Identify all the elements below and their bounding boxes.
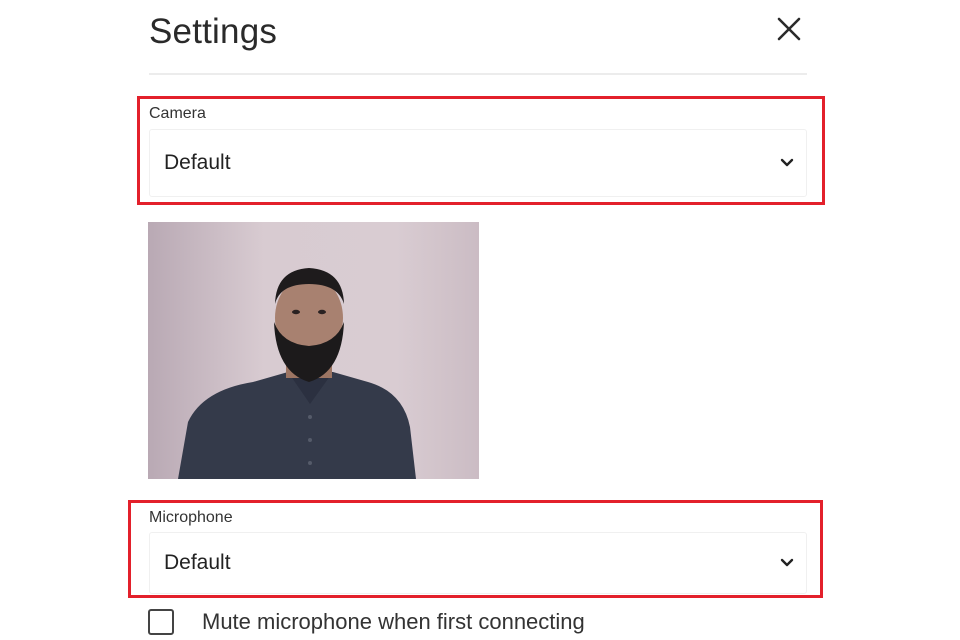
camera-preview — [148, 222, 479, 479]
mute-microphone-option: Mute microphone when first connecting — [148, 606, 585, 638]
chevron-down-icon — [778, 154, 796, 172]
chevron-down-icon — [778, 554, 796, 572]
close-icon — [777, 17, 801, 41]
mute-microphone-checkbox[interactable] — [148, 609, 174, 635]
microphone-select[interactable]: Default — [149, 532, 807, 594]
camera-select-value: Default — [164, 151, 231, 174]
microphone-label: Microphone — [149, 509, 233, 526]
camera-select[interactable]: Default — [149, 129, 807, 197]
camera-label: Camera — [149, 105, 206, 122]
microphone-select-value: Default — [164, 551, 231, 574]
dialog-title: Settings — [149, 12, 278, 51]
close-button[interactable] — [770, 10, 808, 48]
mute-microphone-label[interactable]: Mute microphone when first connecting — [202, 609, 585, 635]
title-divider — [149, 73, 807, 75]
